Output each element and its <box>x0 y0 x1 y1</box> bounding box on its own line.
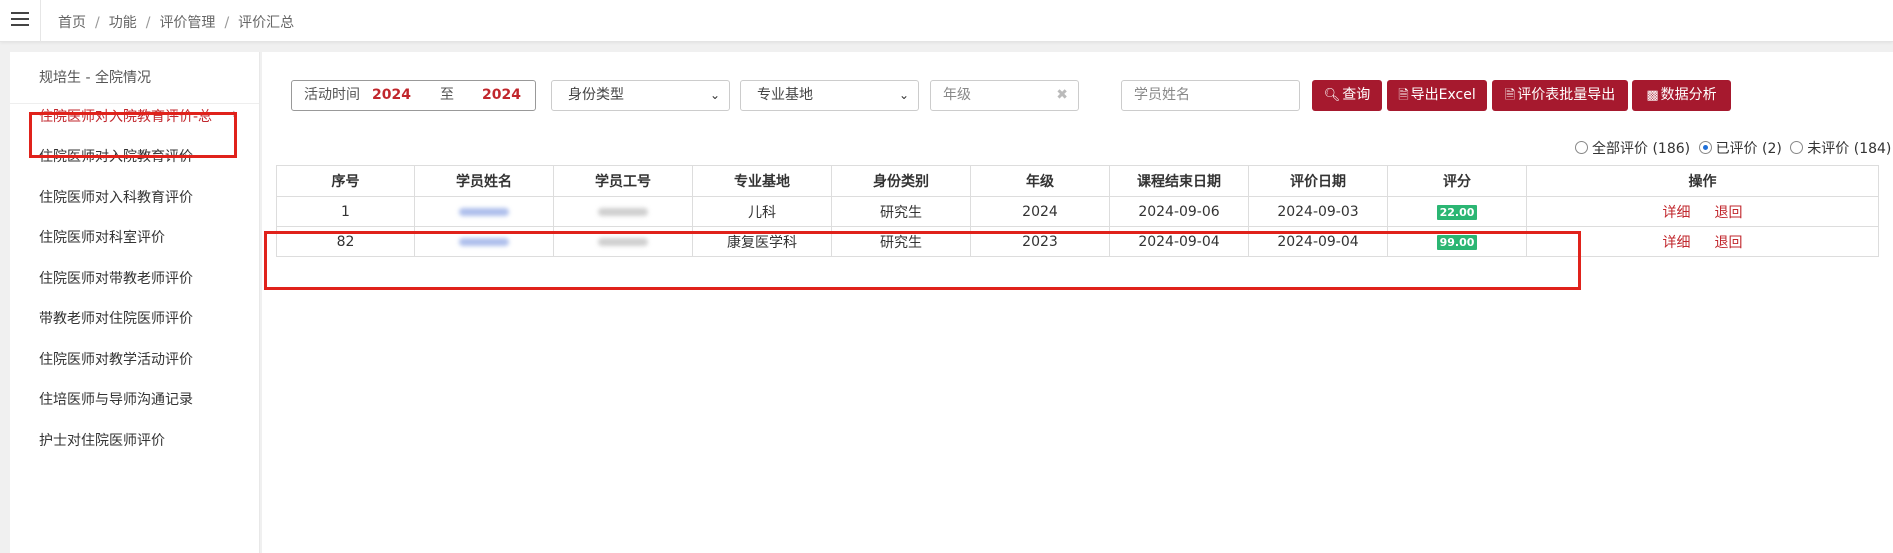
identity-type-select[interactable]: 身份类型 ⌄ <box>551 80 730 111</box>
detail-link[interactable]: 详细 <box>1663 235 1691 251</box>
cell-base: 儿科 <box>692 196 832 227</box>
sidebar-item-mentor-communication[interactable]: 住培医师与导师沟通记录 <box>39 389 193 409</box>
col-header: 学员工号 <box>553 165 693 197</box>
breadcrumb-home[interactable]: 首页 <box>58 12 86 32</box>
cell-identity: 研究生 <box>831 226 971 257</box>
base-value: 专业基地 <box>757 87 813 103</box>
main-panel: 活动时间 2024 至 2024 身份类型 ⌄ 专业基地 ⌄ 年级 ✖ 学员姓名… <box>262 52 1893 553</box>
cell-grade: 2023 <box>970 226 1110 257</box>
col-header: 身份类别 <box>831 165 971 197</box>
radio-not-evaluated[interactable]: 未评价 (184) <box>1790 138 1891 158</box>
col-header: 评分 <box>1387 165 1527 197</box>
identity-type-value: 身份类型 <box>568 87 624 103</box>
col-header: 序号 <box>276 165 415 197</box>
cell-student-id <box>553 196 693 227</box>
table-row: 82 康复医学科 研究生 2023 2024-09-04 2024-09-04 … <box>276 226 1879 257</box>
cell-student-name[interactable] <box>414 226 554 257</box>
breadcrumb-function[interactable]: 功能 <box>109 12 137 32</box>
cell-score: 22.00 <box>1387 196 1527 227</box>
score-badge: 99.00 <box>1436 234 1478 250</box>
sidebar-item-teacher[interactable]: 住院医师对带教老师评价 <box>39 268 193 288</box>
cell-grade: 2024 <box>970 196 1110 227</box>
chevron-down-icon: ⌄ <box>709 88 720 102</box>
chevron-right-icon: › <box>232 106 238 122</box>
sidebar: 规培生 - 全院情况 住院医师对入院教育评价-总 › 住院医师对入院教育评价 住… <box>10 52 260 553</box>
col-header: 学员姓名 <box>414 165 554 197</box>
chevron-down-icon: ⌄ <box>898 88 909 102</box>
cell-base: 康复医学科 <box>692 226 832 257</box>
cell-student-id <box>553 226 693 257</box>
base-select[interactable]: 专业基地 ⌄ <box>740 80 919 111</box>
col-header: 评价日期 <box>1248 165 1388 197</box>
breadcrumb-eval-manage[interactable]: 评价管理 <box>159 12 215 32</box>
grade-placeholder: 年级 <box>943 87 971 103</box>
score-badge: 22.00 <box>1436 204 1478 220</box>
redacted-id <box>598 207 648 216</box>
radio-all[interactable]: 全部评价 (186) <box>1575 138 1690 158</box>
search-icon: 🔍︎ <box>1323 88 1341 103</box>
date-from[interactable]: 2024 <box>372 81 411 110</box>
col-header: 年级 <box>970 165 1110 197</box>
cell-eval-date: 2024-09-04 <box>1248 226 1388 257</box>
return-link[interactable]: 退回 <box>1715 205 1743 221</box>
sidebar-item-admission-total[interactable]: 住院医师对入院教育评价-总 › <box>39 106 238 126</box>
student-name-placeholder: 学员姓名 <box>1134 87 1190 103</box>
menu-icon[interactable] <box>11 12 29 28</box>
cell-course-end: 2024-09-06 <box>1109 196 1249 227</box>
cell-identity: 研究生 <box>831 196 971 227</box>
redacted-id <box>598 237 648 246</box>
sidebar-item-teaching-activity[interactable]: 住院医师对教学活动评价 <box>39 349 193 369</box>
evaluation-table: 序号 学员姓名 学员工号 专业基地 身份类别 年级 课程结束日期 评价日期 评分… <box>276 165 1879 257</box>
cell-seq: 82 <box>276 226 415 257</box>
redacted-name <box>459 237 509 246</box>
redacted-name <box>459 207 509 216</box>
cell-student-name[interactable] <box>414 196 554 227</box>
bar-chart-icon: ▩ <box>1646 88 1659 103</box>
data-analysis-button[interactable]: ▩ 数据分析 <box>1632 80 1731 111</box>
table-row: 1 儿科 研究生 2024 2024-09-06 2024-09-03 22.0… <box>276 196 1879 227</box>
query-button[interactable]: 🔍︎ 查询 <box>1312 80 1382 111</box>
batch-export-button[interactable]: 🗎︎ 评价表批量导出 <box>1492 80 1628 111</box>
file-export-icon: 🗎︎ <box>1504 88 1516 103</box>
eval-status-filter: 全部评价 (186) 已评价 (2) 未评价 (184) <box>1575 138 1893 158</box>
table-header-row: 序号 学员姓名 学员工号 专业基地 身份类别 年级 课程结束日期 评价日期 评分… <box>276 165 1879 197</box>
grade-input[interactable]: 年级 ✖ <box>930 80 1079 111</box>
export-excel-button[interactable]: 🗎︎ 导出Excel <box>1387 80 1487 111</box>
sidebar-title: 规培生 - 全院情况 <box>10 52 259 104</box>
sidebar-item-dept-entry[interactable]: 住院医师对入科教育评价 <box>39 187 193 207</box>
clear-icon[interactable]: ✖ <box>1056 81 1068 110</box>
sidebar-item-label: 住院医师对入院教育评价-总 <box>39 109 213 125</box>
breadcrumb-eval-summary: 评价汇总 <box>238 15 295 31</box>
cell-actions: 详细 退回 <box>1526 196 1879 227</box>
student-name-input[interactable]: 学员姓名 <box>1121 80 1300 111</box>
activity-date-range[interactable]: 活动时间 2024 至 2024 <box>291 80 536 111</box>
radio-evaluated[interactable]: 已评价 (2) <box>1698 138 1782 158</box>
cell-eval-date: 2024-09-03 <box>1248 196 1388 227</box>
cell-score: 99.00 <box>1387 226 1527 257</box>
col-header: 操作 <box>1526 165 1879 197</box>
top-bar: 首页 / 功能 / 评价管理 / 评价汇总 <box>0 0 1893 42</box>
date-label: 活动时间 <box>304 87 360 103</box>
col-header: 课程结束日期 <box>1109 165 1249 197</box>
cell-course-end: 2024-09-04 <box>1109 226 1249 257</box>
breadcrumb: 首页 / 功能 / 评价管理 / 评价汇总 <box>58 12 294 32</box>
col-header: 专业基地 <box>692 165 832 197</box>
return-link[interactable]: 退回 <box>1715 235 1743 251</box>
sidebar-item-department[interactable]: 住院医师对科室评价 <box>39 227 165 247</box>
cell-actions: 详细 退回 <box>1526 226 1879 257</box>
sidebar-item-nurse-eval[interactable]: 护士对住院医师评价 <box>39 430 165 450</box>
sidebar-item-teacher-to-resident[interactable]: 带教老师对住院医师评价 <box>39 308 193 328</box>
divider <box>40 0 41 42</box>
date-to-label: 至 <box>440 87 454 103</box>
date-to[interactable]: 2024 <box>482 81 521 110</box>
file-export-icon: 🗎︎ <box>1398 88 1409 103</box>
detail-link[interactable]: 详细 <box>1663 205 1691 221</box>
cell-seq: 1 <box>276 196 415 227</box>
sidebar-item-admission[interactable]: 住院医师对入院教育评价 <box>39 146 193 166</box>
